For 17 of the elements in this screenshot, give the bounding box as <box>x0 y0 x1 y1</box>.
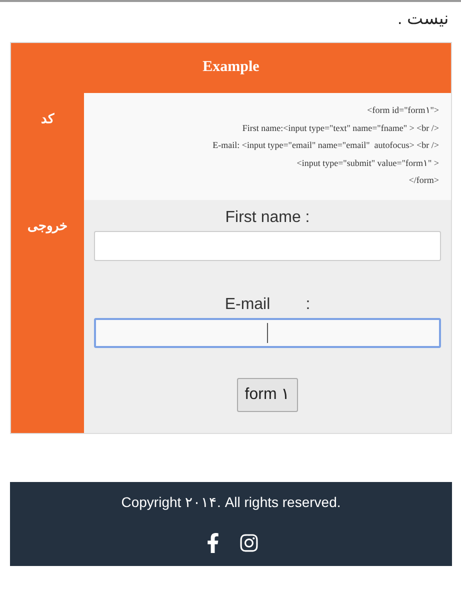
instagram-icon[interactable] <box>239 532 259 552</box>
example-title: Example <box>202 58 260 78</box>
input-field[interactable] <box>94 318 441 348</box>
submit-button[interactable]: form ١ <box>236 378 298 412</box>
code-line: <input type="submit" value="form١" > <box>296 156 439 170</box>
intro-text: نیست . <box>398 8 449 30</box>
field-label: First name : <box>225 208 310 228</box>
output-label: خروجی <box>28 216 68 236</box>
code-line: First name:<input type="text" name="fname" > <br /> <box>242 122 439 135</box>
copyright-text: Copyright ۲۰۱۴. All rights reserved. <box>121 492 341 512</box>
code-line: <form id="form١"> <box>367 104 439 118</box>
field-label: E-mail : <box>224 294 310 314</box>
code-label: کد <box>41 110 54 128</box>
code-line: E-mail: <input type="email" name="email" autofocus> <br /> <box>212 139 439 152</box>
input-field[interactable] <box>94 230 441 260</box>
text-cursor-icon <box>266 322 268 342</box>
code-line: </form> <box>408 174 439 188</box>
